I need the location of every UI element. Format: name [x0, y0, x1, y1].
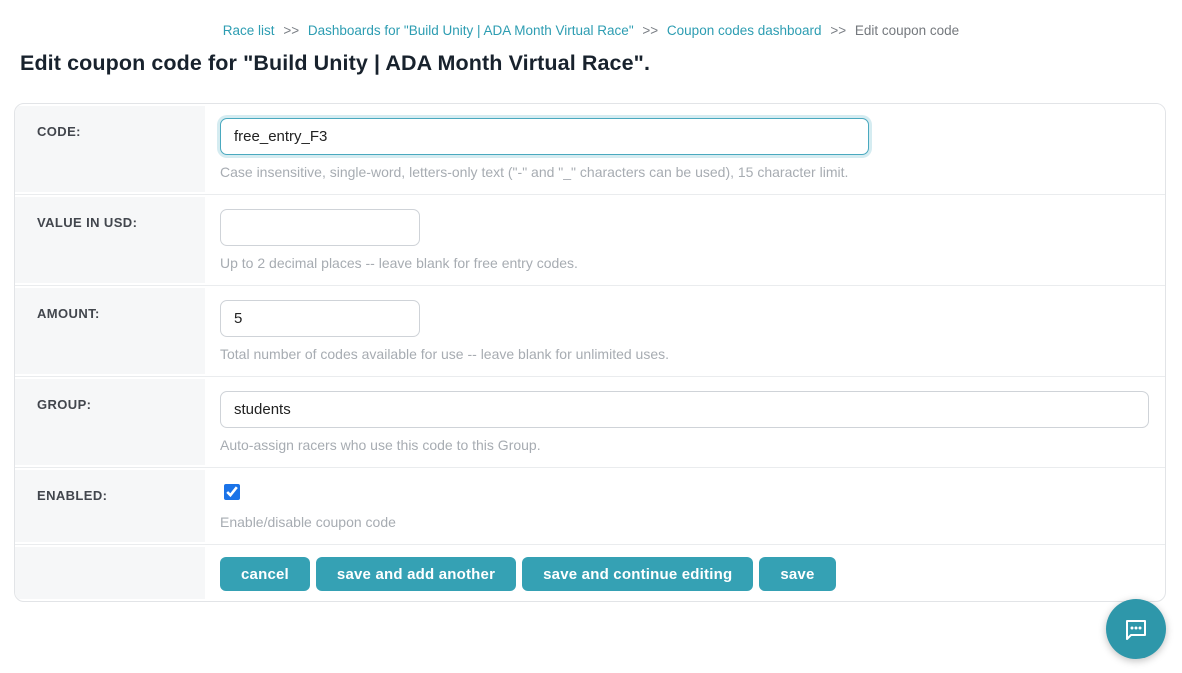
save-and-continue-editing-button[interactable]: save and continue editing — [522, 557, 753, 591]
form-row-actions: cancel save and add another save and con… — [15, 544, 1165, 601]
breadcrumb-separator: >> — [642, 23, 658, 38]
code-help-text: Case insensitive, single-word, letters-o… — [220, 164, 1147, 180]
amount-help-text: Total number of codes available for use … — [220, 346, 1147, 362]
enabled-checkbox[interactable] — [224, 484, 240, 500]
value-in-usd-help-text: Up to 2 decimal places -- leave blank fo… — [220, 255, 1147, 271]
chat-button[interactable] — [1106, 599, 1166, 659]
group-label: GROUP: — [15, 379, 205, 422]
breadcrumb-link-race-list[interactable]: Race list — [223, 23, 275, 38]
group-input[interactable] — [220, 391, 1149, 428]
coupon-code-form: CODE: Case insensitive, single-word, let… — [14, 103, 1166, 602]
value-in-usd-input[interactable] — [220, 209, 420, 246]
group-help-text: Auto-assign racers who use this code to … — [220, 437, 1149, 453]
form-row-amount: AMOUNT: Total number of codes available … — [15, 285, 1165, 376]
code-label: CODE: — [15, 106, 205, 149]
code-input[interactable] — [220, 118, 869, 155]
form-row-value-in-usd: VALUE IN USD: Up to 2 decimal places -- … — [15, 194, 1165, 285]
cancel-button[interactable]: cancel — [220, 557, 310, 591]
chat-bubble-icon — [1122, 615, 1150, 643]
breadcrumb-link-dashboards[interactable]: Dashboards for "Build Unity | ADA Month … — [308, 23, 634, 38]
breadcrumb-link-coupon-codes-dashboard[interactable]: Coupon codes dashboard — [667, 23, 822, 38]
breadcrumb-current-page: Edit coupon code — [855, 23, 959, 38]
save-and-add-another-button[interactable]: save and add another — [316, 557, 516, 591]
form-row-enabled: ENABLED: Enable/disable coupon code — [15, 467, 1165, 544]
enabled-help-text: Enable/disable coupon code — [220, 514, 1147, 530]
enabled-label: ENABLED: — [15, 470, 205, 513]
breadcrumb: Race list >> Dashboards for "Build Unity… — [0, 0, 1182, 38]
breadcrumb-separator: >> — [830, 23, 846, 38]
form-row-code: CODE: Case insensitive, single-word, let… — [15, 104, 1165, 194]
amount-input[interactable] — [220, 300, 420, 337]
page-title: Edit coupon code for "Build Unity | ADA … — [20, 51, 1182, 76]
save-button[interactable]: save — [759, 557, 835, 591]
amount-label: AMOUNT: — [15, 288, 205, 331]
value-in-usd-label: VALUE IN USD: — [15, 197, 205, 240]
form-row-group: GROUP: Auto-assign racers who use this c… — [15, 376, 1165, 467]
breadcrumb-separator: >> — [283, 23, 299, 38]
